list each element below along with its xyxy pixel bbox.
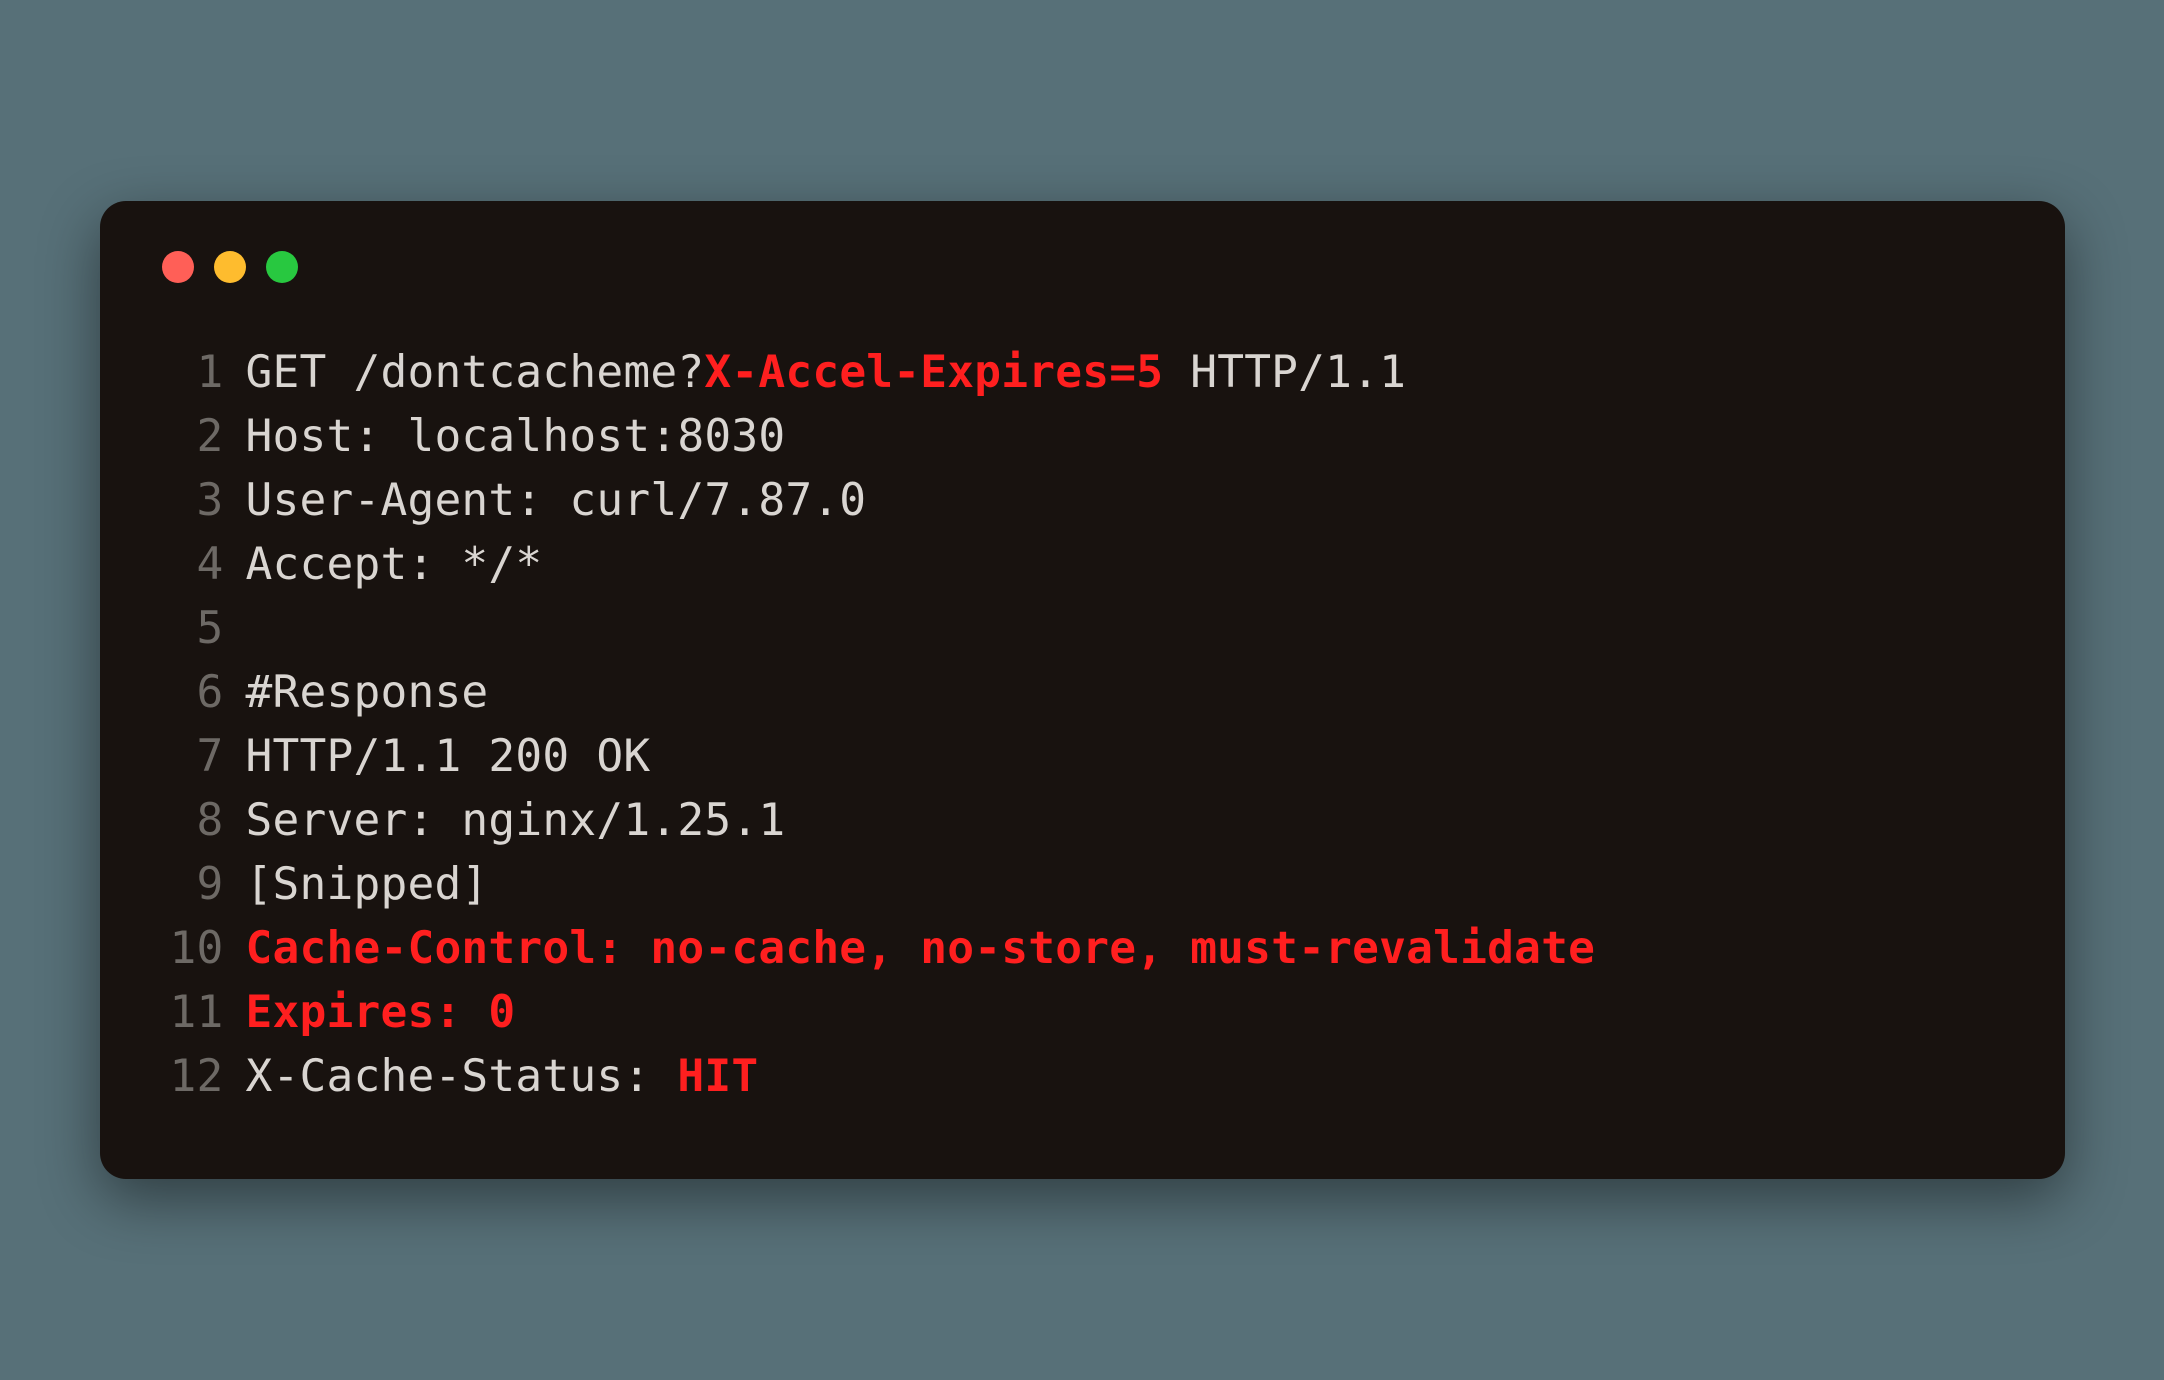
plain-text: GET /dontcacheme? (246, 347, 705, 398)
code-line: 11Expires: 0 (156, 981, 2009, 1045)
plain-text: [Snipped] (246, 859, 489, 910)
line-content: #Response (246, 661, 489, 725)
plain-text: #Response (246, 667, 489, 718)
code-line: 10Cache-Control: no-cache, no-store, mus… (156, 917, 2009, 981)
line-content: Cache-Control: no-cache, no-store, must-… (246, 917, 1596, 981)
line-number: 4 (156, 533, 246, 597)
highlighted-text: Cache-Control: no-cache, no-store, must-… (246, 923, 1596, 974)
code-block: 1GET /dontcacheme?X-Accel-Expires=5 HTTP… (156, 341, 2009, 1110)
code-line: 3User-Agent: curl/7.87.0 (156, 469, 2009, 533)
line-content: Expires: 0 (246, 981, 516, 1045)
line-number: 10 (156, 917, 246, 981)
plain-text: Server: nginx/1.25.1 (246, 795, 786, 846)
plain-text: User-Agent: curl/7.87.0 (246, 475, 867, 526)
line-content: HTTP/1.1 200 OK (246, 725, 651, 789)
code-line: 2Host: localhost:8030 (156, 405, 2009, 469)
code-line: 8Server: nginx/1.25.1 (156, 789, 2009, 853)
code-line: 6#Response (156, 661, 2009, 725)
plain-text: X-Cache-Status: (246, 1051, 678, 1102)
close-icon[interactable] (162, 251, 194, 283)
plain-text: HTTP/1.1 200 OK (246, 731, 651, 782)
code-line: 4Accept: */* (156, 533, 2009, 597)
line-content: X-Cache-Status: HIT (246, 1045, 759, 1109)
line-content: User-Agent: curl/7.87.0 (246, 469, 867, 533)
line-number: 8 (156, 789, 246, 853)
maximize-icon[interactable] (266, 251, 298, 283)
line-number: 9 (156, 853, 246, 917)
minimize-icon[interactable] (214, 251, 246, 283)
plain-text: Accept: */* (246, 539, 543, 590)
highlighted-text: X-Accel-Expires=5 (704, 347, 1163, 398)
window-titlebar (156, 245, 2009, 341)
line-content: GET /dontcacheme?X-Accel-Expires=5 HTTP/… (246, 341, 1407, 405)
line-number: 3 (156, 469, 246, 533)
code-line: 5 (156, 597, 2009, 661)
line-number: 11 (156, 981, 246, 1045)
line-number: 5 (156, 597, 246, 661)
plain-text: HTTP/1.1 (1163, 347, 1406, 398)
highlighted-text: HIT (677, 1051, 758, 1102)
code-line: 12X-Cache-Status: HIT (156, 1045, 2009, 1109)
line-number: 2 (156, 405, 246, 469)
line-content: [Snipped] (246, 853, 489, 917)
line-number: 6 (156, 661, 246, 725)
terminal-window: 1GET /dontcacheme?X-Accel-Expires=5 HTTP… (100, 201, 2065, 1180)
line-content: Host: localhost:8030 (246, 405, 786, 469)
line-content: Server: nginx/1.25.1 (246, 789, 786, 853)
line-number: 12 (156, 1045, 246, 1109)
code-line: 9[Snipped] (156, 853, 2009, 917)
highlighted-text: Expires: 0 (246, 987, 516, 1038)
line-content: Accept: */* (246, 533, 543, 597)
plain-text: Host: localhost:8030 (246, 411, 786, 462)
line-number: 7 (156, 725, 246, 789)
line-number: 1 (156, 341, 246, 405)
code-line: 7HTTP/1.1 200 OK (156, 725, 2009, 789)
code-line: 1GET /dontcacheme?X-Accel-Expires=5 HTTP… (156, 341, 2009, 405)
